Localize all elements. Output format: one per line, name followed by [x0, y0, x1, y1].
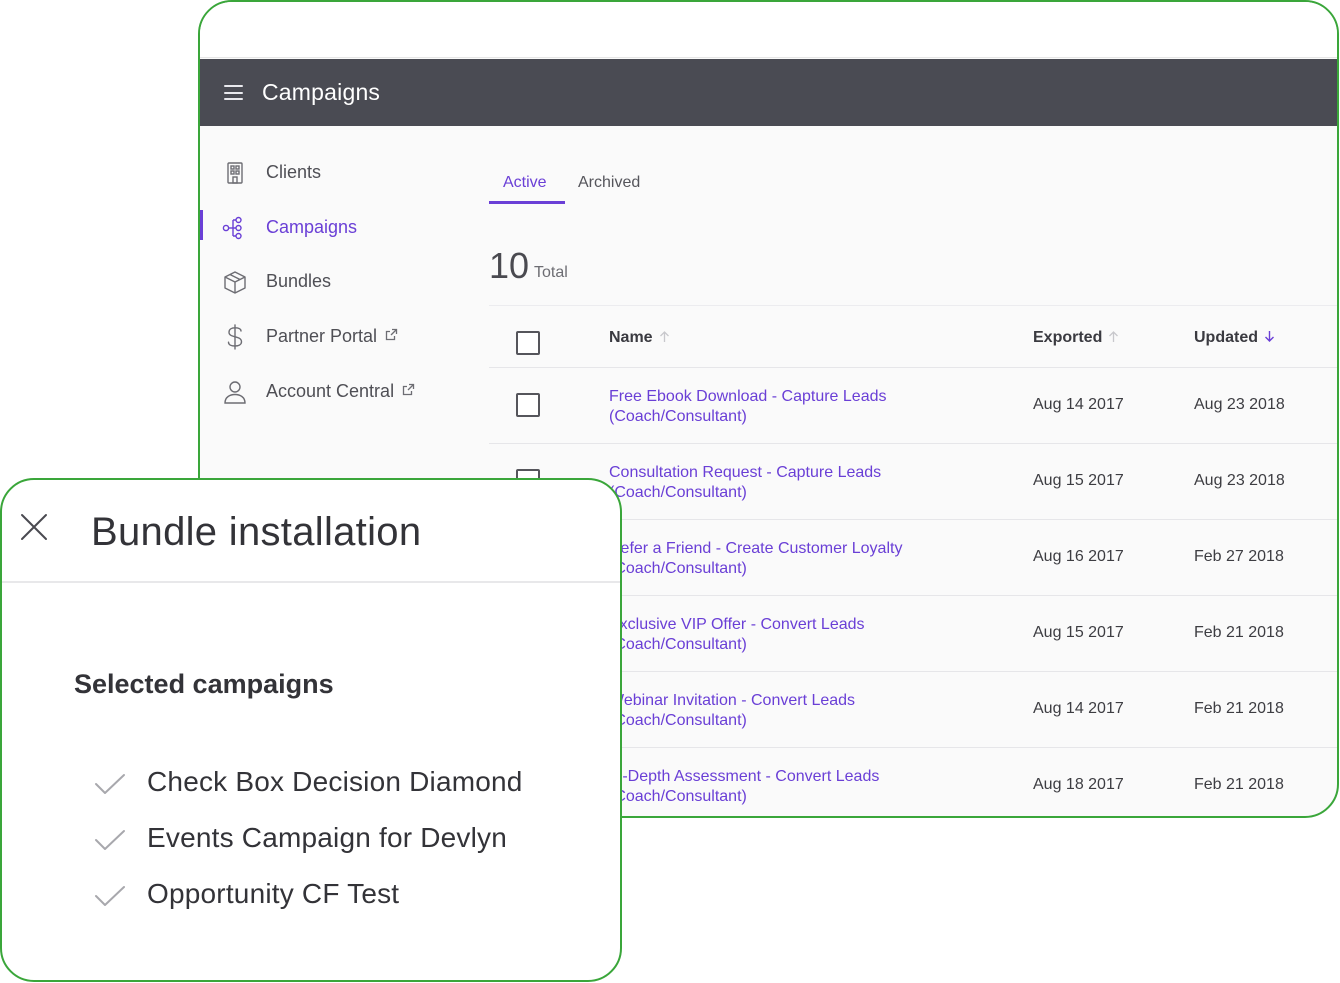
hamburger-menu-icon[interactable] — [224, 85, 243, 100]
updated-date: Feb 27 2018 — [1194, 548, 1284, 565]
select-all-checkbox[interactable] — [516, 331, 540, 355]
sort-up-icon — [1109, 331, 1119, 342]
check-icon — [95, 830, 125, 850]
column-header-exported[interactable]: Exported — [1033, 329, 1119, 347]
selected-campaign-item: Check Box Decision Diamond — [94, 764, 594, 804]
exported-date: Aug 14 2017 — [1033, 396, 1124, 413]
column-header-updated[interactable]: Updated — [1194, 329, 1275, 347]
exported-date: Aug 18 2017 — [1033, 776, 1124, 793]
updated-date: Feb 21 2018 — [1194, 776, 1284, 793]
sidebar-item-label: Clients — [266, 162, 322, 182]
row-checkbox[interactable] — [516, 393, 540, 417]
campaign-name-link[interactable]: In-Depth Assessment - Convert Leads (Coa… — [609, 767, 949, 806]
modal-title: Bundle installation — [91, 510, 422, 554]
campaign-name-link[interactable]: Webinar Invitation - Convert Leads (Coac… — [609, 691, 949, 730]
dollar-icon — [227, 324, 243, 350]
campaign-name-link[interactable]: Consultation Request - Capture Leads (Co… — [609, 463, 949, 502]
box-icon — [224, 271, 246, 294]
selected-campaigns-heading: Selected campaigns — [74, 669, 334, 699]
sidebar-item-campaigns[interactable]: Campaigns — [200, 207, 460, 247]
exported-date: Aug 15 2017 — [1033, 624, 1124, 641]
modal-divider — [2, 581, 620, 583]
selected-campaign-item: Opportunity CF Test — [94, 876, 594, 916]
selected-campaign-label: Opportunity CF Test — [147, 878, 400, 909]
sidebar-item-account-central[interactable]: Account Central — [200, 371, 460, 411]
campaign-name-link[interactable]: Refer a Friend - Create Customer Loyalty… — [609, 539, 949, 578]
sort-down-icon — [1265, 331, 1274, 342]
campaign-name-link[interactable]: Free Ebook Download - Capture Leads (Coa… — [609, 387, 949, 426]
external-link-icon — [402, 383, 415, 396]
sidebar-item-bundles[interactable]: Bundles — [200, 261, 460, 301]
campaign-name-link[interactable]: Exclusive VIP Offer - Convert Leads (Coa… — [609, 615, 949, 654]
tab-active[interactable]: Active — [503, 174, 547, 192]
exported-date: Aug 16 2017 — [1033, 548, 1124, 565]
selected-campaign-item: Events Campaign for Devlyn — [94, 820, 594, 860]
bundle-installation-modal: Bundle installation Selected campaigns C… — [0, 478, 622, 982]
sidebar-item-label: Bundles — [266, 271, 332, 291]
updated-date: Aug 23 2018 — [1194, 472, 1285, 489]
sidebar-item-partner-portal[interactable]: Partner Portal — [200, 316, 460, 356]
check-icon — [95, 774, 125, 794]
updated-date: Aug 23 2018 — [1194, 396, 1285, 413]
sidebar-item-label: Account Central — [266, 381, 415, 402]
table-row: Free Ebook Download - Capture Leads (Coa… — [489, 367, 1337, 443]
exported-date: Aug 14 2017 — [1033, 700, 1124, 717]
total-label: Total — [534, 264, 568, 281]
column-header-name[interactable]: Name — [609, 329, 670, 347]
table-header-row: Name Exported Updated — [489, 305, 1337, 367]
external-link-icon — [385, 328, 398, 341]
sidebar-item-clients[interactable]: Clients — [200, 152, 460, 192]
active-tab-underline — [489, 201, 565, 204]
updated-date: Feb 21 2018 — [1194, 700, 1284, 717]
page-title: Campaigns — [262, 79, 381, 105]
total-count: 10 — [489, 245, 530, 286]
selected-campaign-label: Check Box Decision Diamond — [147, 766, 523, 797]
sidebar-item-label: Partner Portal — [266, 326, 398, 347]
app-header: Campaigns — [200, 59, 1337, 126]
campaign-flow-icon — [222, 216, 242, 240]
selected-campaign-label: Events Campaign for Devlyn — [147, 822, 508, 853]
check-icon — [95, 886, 125, 906]
tab-archived[interactable]: Archived — [578, 174, 640, 192]
window-top-bar — [200, 2, 1337, 58]
sort-up-icon — [659, 331, 669, 342]
exported-date: Aug 15 2017 — [1033, 472, 1124, 489]
user-icon — [224, 381, 246, 404]
sidebar-item-label: Campaigns — [266, 217, 358, 237]
close-icon[interactable] — [20, 513, 48, 541]
building-icon — [227, 162, 243, 184]
updated-date: Feb 21 2018 — [1194, 624, 1284, 641]
